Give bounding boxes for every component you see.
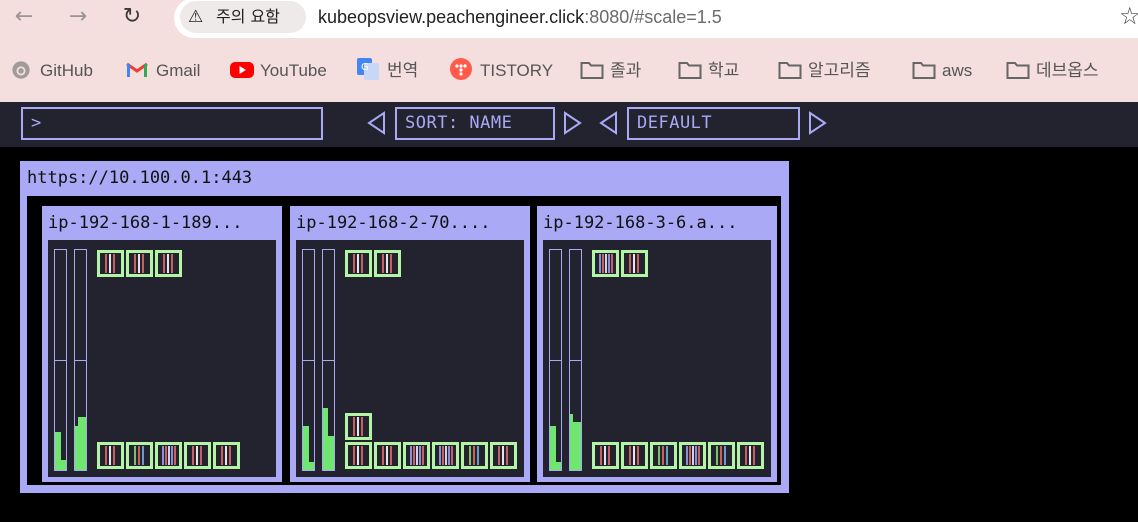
bookmark-gmail[interactable]: Gmail xyxy=(126,58,200,84)
memory-gauge xyxy=(569,249,582,471)
gmail-icon xyxy=(126,60,148,80)
forward-arrow-icon[interactable]: → xyxy=(62,2,94,34)
pod-tile[interactable] xyxy=(155,250,182,277)
bookmark-translate[interactable]: G 번역 xyxy=(357,58,418,84)
pod-tile[interactable] xyxy=(679,442,706,469)
node-card[interactable]: ip-192-168-2-70.... xyxy=(290,206,530,482)
node-body xyxy=(48,240,276,477)
cpu-gauge xyxy=(302,249,315,471)
bookmark-youtube[interactable]: YouTube xyxy=(230,58,327,84)
pod-tile[interactable] xyxy=(461,442,488,469)
pod-tile[interactable] xyxy=(126,442,153,469)
bookmark-folder-1[interactable]: 졸과 xyxy=(580,58,641,84)
theme-selector[interactable]: DEFAULT xyxy=(627,107,800,140)
svg-text:G: G xyxy=(361,62,369,73)
sort-next-arrow-icon[interactable] xyxy=(562,110,584,136)
security-label: 주의 요함 xyxy=(216,7,280,26)
pod-tile[interactable] xyxy=(184,442,211,469)
pod-tile[interactable] xyxy=(374,250,401,277)
cluster-title: https://10.100.0.1:443 xyxy=(27,168,253,188)
translate-icon: G xyxy=(357,58,379,80)
url-port-fragment: :8080/#scale=1.5 xyxy=(584,7,722,27)
theme-next-arrow-icon[interactable] xyxy=(807,110,829,136)
pod-tile[interactable] xyxy=(432,442,459,469)
node-title: ip-192-168-2-70.... xyxy=(296,213,491,233)
cluster-panel[interactable]: https://10.100.0.1:443 ip-192-168-1-189.… xyxy=(20,161,789,493)
folder-icon xyxy=(678,60,702,80)
cluster-nodes-area: ip-192-168-1-189... ip-192-168-2-70.... xyxy=(27,196,781,485)
filter-input[interactable]: > xyxy=(21,107,323,140)
node-card[interactable]: ip-192-168-3-6.a... xyxy=(537,206,777,482)
pod-tile[interactable] xyxy=(490,442,517,469)
reload-icon[interactable]: ↻ xyxy=(116,2,148,34)
memory-gauge xyxy=(74,249,87,471)
tistory-icon xyxy=(450,58,472,80)
pod-tile[interactable] xyxy=(155,442,182,469)
bookmark-folder-5[interactable]: 데브옵스 xyxy=(1006,58,1099,84)
pod-tile[interactable] xyxy=(97,442,124,469)
pod-tile[interactable] xyxy=(592,250,619,277)
theme-prev-arrow-icon[interactable] xyxy=(597,110,619,136)
url-text[interactable]: kubeopsview.peachengineer.click:8080/#sc… xyxy=(318,4,722,30)
bookmark-folder-4[interactable]: aws xyxy=(912,58,972,84)
memory-gauge-fill xyxy=(78,417,86,470)
pod-tile[interactable] xyxy=(737,442,764,469)
pod-tile[interactable] xyxy=(621,250,648,277)
sort-selector[interactable]: SORT: NAME xyxy=(395,107,555,140)
node-title: ip-192-168-3-6.a... xyxy=(543,213,738,233)
node-body xyxy=(543,240,771,477)
bookmark-folder-2[interactable]: 학교 xyxy=(678,58,739,84)
memory-gauge xyxy=(322,249,335,471)
folder-icon xyxy=(912,60,936,80)
pod-tile[interactable] xyxy=(592,442,619,469)
warning-icon: ⚠ xyxy=(188,7,204,27)
bookmark-folder-3[interactable]: 알고리즘 xyxy=(778,58,871,84)
folder-icon xyxy=(1006,60,1030,80)
cpu-gauge xyxy=(54,249,67,471)
node-body xyxy=(296,240,524,477)
pod-tile[interactable] xyxy=(213,442,240,469)
cpu-gauge xyxy=(549,249,562,471)
pod-tile[interactable] xyxy=(374,442,401,469)
folder-icon xyxy=(778,60,802,80)
url-host: kubeopsview.peachengineer.click xyxy=(318,7,585,27)
pod-tile[interactable] xyxy=(708,442,735,469)
pod-tile[interactable] xyxy=(403,442,430,469)
sort-prev-arrow-icon[interactable] xyxy=(365,110,387,136)
pod-tile[interactable] xyxy=(650,442,677,469)
bookmark-github[interactable]: GitHub xyxy=(10,58,93,84)
node-title: ip-192-168-1-189... xyxy=(48,213,243,233)
pod-tile[interactable] xyxy=(621,442,648,469)
app-toolbar: > SORT: NAME DEFAULT xyxy=(0,102,1138,147)
pod-tile[interactable] xyxy=(345,413,372,440)
node-card[interactable]: ip-192-168-1-189... xyxy=(42,206,282,482)
pod-tile[interactable] xyxy=(126,250,153,277)
security-warning-chip[interactable]: ⚠ 주의 요함 xyxy=(180,1,306,33)
back-arrow-icon[interactable]: ← xyxy=(8,2,40,34)
bookmarks-bar: GitHub Gmail YouTube G 번역 TISTORY 졸과 학교 알… xyxy=(0,46,1138,102)
browser-toolbar: ← → ↻ ⚠ 주의 요함 kubeopsview.peachengineer.… xyxy=(0,0,1138,46)
bookmark-tistory[interactable]: TISTORY xyxy=(450,58,553,84)
youtube-icon xyxy=(230,60,254,80)
pod-tile[interactable] xyxy=(345,250,372,277)
bookmark-star-icon[interactable]: ☆ xyxy=(1119,2,1138,30)
pod-tile[interactable] xyxy=(97,250,124,277)
github-icon xyxy=(10,60,32,80)
pod-tile[interactable] xyxy=(345,442,372,469)
folder-icon xyxy=(580,60,604,80)
